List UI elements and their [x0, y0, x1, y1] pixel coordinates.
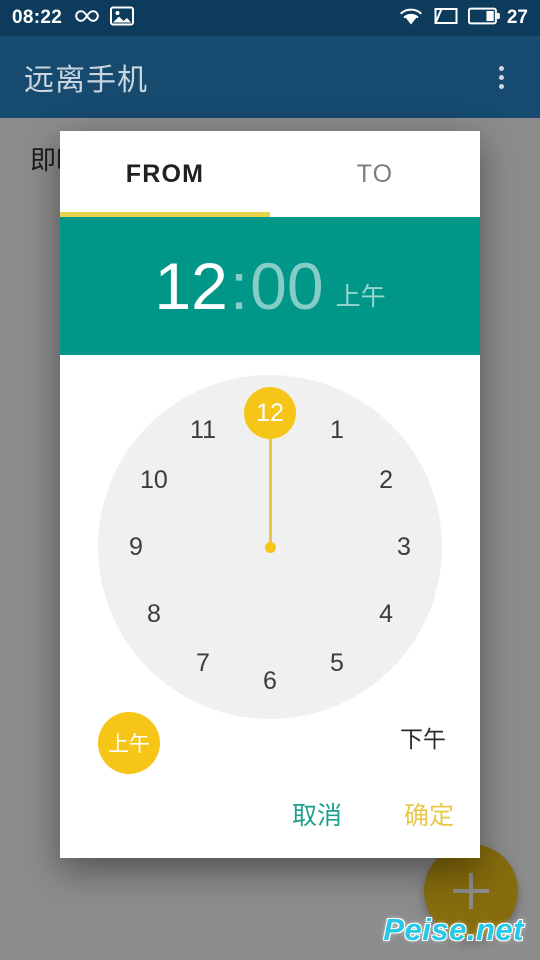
cancel-button[interactable]: 取消: [284, 790, 350, 838]
app-bar: 远离手机: [0, 36, 540, 118]
sim-card-icon: [433, 6, 459, 31]
time-display-header: 12 : 00 上午: [60, 217, 480, 355]
screenshot-image-icon: [110, 6, 135, 31]
wifi-icon: [398, 5, 424, 32]
clock-center-dot: [264, 541, 276, 553]
clock-hour-7[interactable]: 7: [177, 637, 229, 689]
page-title: 远离手机: [24, 64, 148, 97]
clock-picker-body: 12 1 2 3 4 5 6 7 8 9 10 11 上午 下午 取消 确定: [60, 355, 480, 858]
clock-hour-9[interactable]: 9: [110, 521, 162, 573]
clock-hour-1[interactable]: 1: [311, 405, 363, 457]
am-button[interactable]: 上午: [98, 712, 160, 774]
pm-button[interactable]: 下午: [392, 712, 454, 762]
time-separator: :: [229, 249, 249, 323]
tab-from[interactable]: FROM: [60, 131, 270, 217]
minute-display[interactable]: 00: [250, 253, 323, 319]
status-bar-clock: 08:22: [12, 7, 63, 28]
battery-icon: [467, 7, 500, 30]
clock-hour-6[interactable]: 6: [244, 655, 296, 707]
infinity-icon: [74, 8, 100, 29]
clock-face[interactable]: 12 1 2 3 4 5 6 7 8 9 10 11: [98, 375, 442, 719]
status-bar: 08:22 27: [0, 0, 540, 36]
clock-hour-10[interactable]: 10: [128, 454, 180, 506]
dialog-tab-bar: FROM TO: [60, 131, 480, 217]
clock-hour-4[interactable]: 4: [360, 588, 412, 640]
tab-to[interactable]: TO: [270, 131, 480, 217]
clock-hour-2[interactable]: 2: [360, 454, 412, 506]
clock-hour-5[interactable]: 5: [311, 637, 363, 689]
tab-active-indicator: [60, 212, 270, 217]
clock-hour-11[interactable]: 11: [177, 405, 229, 457]
hour-display[interactable]: 12: [154, 253, 227, 319]
time-picker-dialog: FROM TO 12 : 00 上午 12 1 2 3 4 5 6 7 8 9 10 11 上午 下午…: [60, 131, 480, 858]
site-watermark: Peise.net: [383, 912, 524, 947]
clock-hour-8[interactable]: 8: [128, 588, 180, 640]
ok-button[interactable]: 确定: [396, 790, 462, 838]
battery-percent-label: 27: [506, 7, 528, 28]
meridiem-display[interactable]: 上午: [336, 259, 386, 313]
status-bar-left-icons: [74, 6, 135, 31]
status-bar-right-icons: 27: [398, 5, 528, 32]
dialog-action-row: 取消 确定: [284, 790, 462, 838]
screen: 即时 08:22 27 远离手机 FROM TO 12: 00 上午 12 1…: [0, 0, 540, 960]
clock-hour-3[interactable]: 3: [378, 521, 430, 573]
overflow-menu-icon[interactable]: [486, 57, 516, 97]
clock-hour-12[interactable]: 12: [244, 387, 296, 439]
